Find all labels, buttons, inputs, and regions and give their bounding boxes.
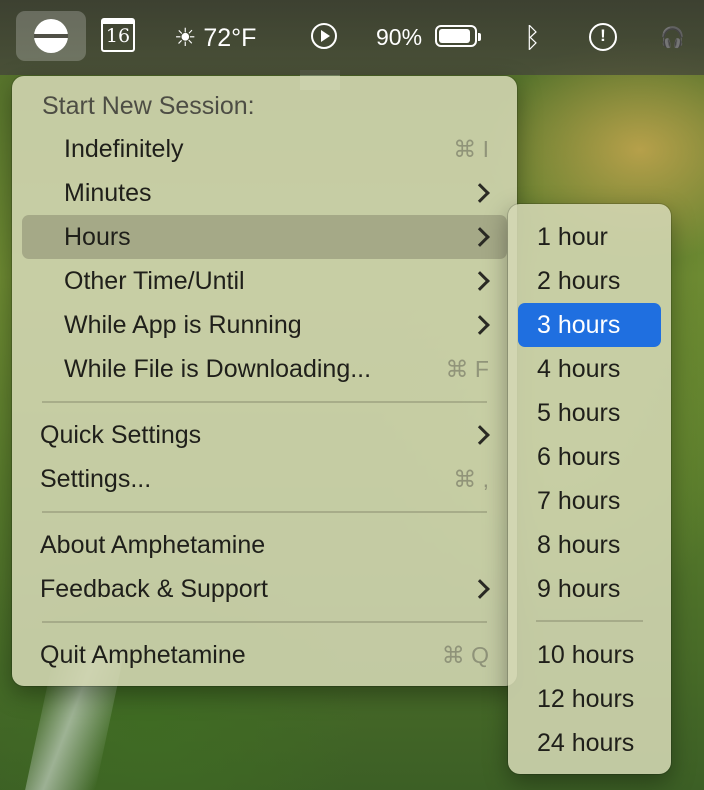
menu-item-settings[interactable]: Settings... ⌘ , — [22, 457, 507, 501]
submenu-item-24-hours[interactable]: 24 hours — [518, 721, 661, 765]
submenu-item-10-hours[interactable]: 10 hours — [518, 633, 661, 677]
submenu-item-1-hour[interactable]: 1 hour — [518, 215, 661, 259]
chevron-right-icon — [470, 183, 490, 203]
shortcut-label: ⌘ F — [445, 355, 489, 382]
shortcut-label: ⌘ I — [453, 135, 489, 162]
menu-item-while-file-downloading[interactable]: While File is Downloading... ⌘ F — [22, 347, 507, 391]
hours-submenu: 1 hour 2 hours 3 hours 4 hours 5 hours 6… — [508, 204, 671, 774]
chevron-right-icon — [470, 271, 490, 291]
calendar-icon[interactable]: 16 — [101, 18, 135, 52]
menu-item-indefinitely[interactable]: Indefinitely ⌘ I — [22, 127, 507, 171]
submenu-item-5-hours[interactable]: 5 hours — [518, 391, 661, 435]
shortcut-label: ⌘ , — [453, 465, 489, 492]
menu-separator — [42, 511, 487, 513]
submenu-item-9-hours[interactable]: 9 hours — [518, 567, 661, 611]
play-icon[interactable] — [311, 23, 337, 49]
menu-item-about[interactable]: About Amphetamine — [22, 523, 507, 567]
amphetamine-pill-icon[interactable] — [34, 19, 68, 53]
chevron-right-icon — [470, 227, 490, 247]
submenu-item-7-hours[interactable]: 7 hours — [518, 479, 661, 523]
submenu-item-6-hours[interactable]: 6 hours — [518, 435, 661, 479]
menu-bar: 16 ☀ 72°F 90% ᛒ ! 🎧 — [0, 0, 704, 75]
chevron-right-icon — [470, 579, 490, 599]
menu-item-other-time[interactable]: Other Time/Until — [22, 259, 507, 303]
submenu-item-4-hours[interactable]: 4 hours — [518, 347, 661, 391]
bluetooth-icon[interactable]: ᛒ — [524, 0, 541, 75]
battery-icon[interactable] — [435, 25, 481, 47]
submenu-item-12-hours[interactable]: 12 hours — [518, 677, 661, 721]
weather-label: ☀ 72°F — [174, 23, 257, 52]
menu-item-feedback-support[interactable]: Feedback & Support — [22, 567, 507, 611]
submenu-item-2-hours[interactable]: 2 hours — [518, 259, 661, 303]
submenu-separator — [536, 620, 643, 622]
menu-item-quit[interactable]: Quit Amphetamine ⌘ Q — [22, 633, 507, 677]
menu-item-minutes[interactable]: Minutes — [22, 171, 507, 215]
airpods-icon[interactable]: 🎧 — [660, 0, 685, 75]
calendar-day: 16 — [105, 25, 131, 47]
battery-percent: 90% — [376, 24, 423, 50]
menu-item-hours[interactable]: Hours — [22, 215, 507, 259]
menu-item-while-app-running[interactable]: While App is Running — [22, 303, 507, 347]
menu-separator — [42, 621, 487, 623]
menu-header: Start New Session: — [42, 92, 255, 120]
chevron-right-icon — [470, 315, 490, 335]
submenu-item-3-hours[interactable]: 3 hours — [518, 303, 661, 347]
shortcut-label: ⌘ Q — [441, 641, 489, 668]
chevron-right-icon — [470, 425, 490, 445]
battery-fill — [439, 29, 470, 43]
menu-separator — [42, 401, 487, 403]
weather-status-item[interactable]: ☀ 72°F — [174, 0, 256, 75]
submenu-item-8-hours[interactable]: 8 hours — [518, 523, 661, 567]
menu-item-quick-settings[interactable]: Quick Settings — [22, 413, 507, 457]
amphetamine-menu: Start New Session: Indefinitely ⌘ I Minu… — [12, 76, 517, 686]
time-machine-icon[interactable]: ! — [589, 23, 617, 51]
